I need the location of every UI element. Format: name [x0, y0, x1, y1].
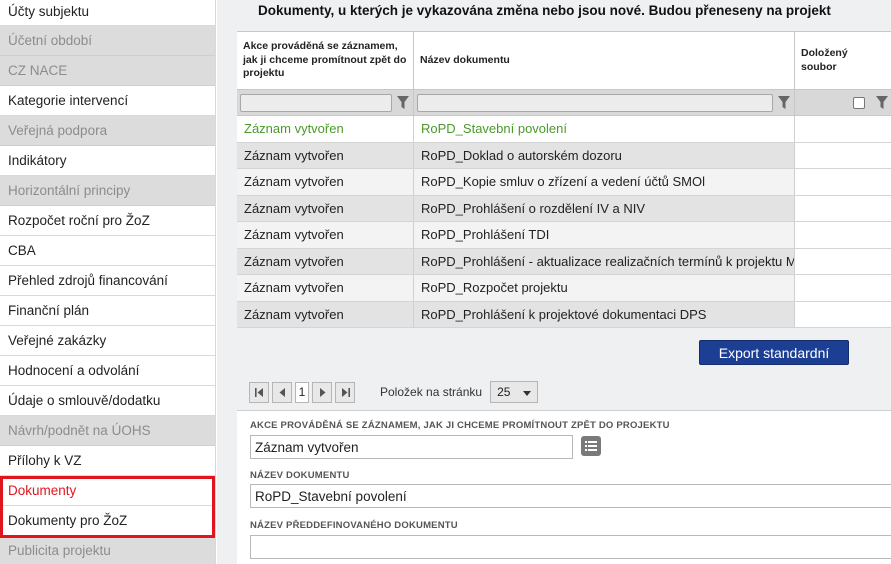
per-page-label: Položek na stránku [380, 385, 483, 399]
cell-file [795, 248, 891, 274]
filter-cell-name [414, 90, 795, 115]
cell-action: Záznam vytvořen [237, 142, 414, 168]
sidebar-item-navrh-uohs: Návrh/podnět na ÚOHS [0, 416, 215, 446]
sidebar-item-prehled-zdroju[interactable]: Přehled zdrojů financování [0, 266, 215, 296]
table-row[interactable]: Záznam vytvořen RoPD_Doklad o autorském … [237, 142, 891, 169]
sidebar-item-udaje-o-smlouve[interactable]: Údaje o smlouvě/dodatku [0, 386, 215, 416]
column-header-name[interactable]: Název dokumentu [414, 32, 795, 89]
sidebar-item-ucetni-obdobi: Účetní období [0, 26, 215, 56]
sidebar-item-hodnoceni-odvolani[interactable]: Hodnocení a odvolání [0, 356, 215, 386]
column-header-file[interactable]: Doložený soubor [795, 32, 891, 89]
next-page-icon[interactable] [312, 381, 332, 403]
filter-cell-action [237, 90, 414, 115]
sidebar-item-dokumenty[interactable]: Dokumenty [0, 476, 215, 506]
last-page-icon[interactable] [335, 381, 355, 403]
predefined-name-field-label: NÁZEV PŘEDDEFINOVANÉHO DOKUMENTU [250, 520, 458, 531]
cell-action: Záznam vytvořen [237, 169, 414, 195]
cell-name: RoPD_Kopie smluv o zřízení a vedení účtů… [414, 169, 795, 195]
first-page-icon[interactable] [249, 381, 269, 403]
cell-file [795, 169, 891, 195]
table-row[interactable]: Záznam vytvořen RoPD_Prohlášení - aktual… [237, 248, 891, 275]
per-page-value: 25 [497, 385, 511, 399]
cell-file [795, 301, 891, 327]
sidebar-item-indikatory[interactable]: Indikátory [0, 146, 215, 176]
cell-action: Záznam vytvořen [237, 195, 414, 221]
name-field[interactable]: RoPD_Stavební povolení [250, 484, 891, 508]
sidebar-item-cz-nace: CZ NACE [0, 56, 215, 86]
sidebar-item-horizontalni-principy: Horizontální principy [0, 176, 215, 206]
cell-action: Záznam vytvořen [237, 222, 414, 248]
cell-name: RoPD_Doklad o autorském dozoru [414, 142, 795, 168]
filter-input-name[interactable] [417, 93, 773, 112]
filter-input-action[interactable] [240, 93, 392, 112]
action-field-label: AKCE PROVÁDĚNÁ SE ZÁZNAMEM, JAK JI CHCEM… [250, 420, 670, 431]
section-title: Dokumenty, u kterých je vykazována změna… [258, 3, 831, 18]
filter-row [237, 90, 891, 116]
sidebar-item-dokumenty-pro-zoz[interactable]: Dokumenty pro ŽoZ [0, 506, 215, 536]
filter-icon[interactable] [396, 96, 410, 110]
cell-file [795, 195, 891, 221]
cell-file [795, 142, 891, 168]
sidebar-item-cba[interactable]: CBA [0, 236, 215, 266]
sidebar-item-rozpocet-rocni[interactable]: Rozpočet roční pro ŽoZ [0, 206, 215, 236]
export-standard-button[interactable]: Export standardní [699, 340, 849, 365]
sidebar-item-financni-plan[interactable]: Finanční plán [0, 296, 215, 326]
sidebar-item-prilohy-k-vz[interactable]: Přílohy k VZ [0, 446, 215, 476]
main-panel: Dokumenty, u kterých je vykazována změna… [237, 0, 891, 564]
column-header-action[interactable]: Akce prováděná se záznamem, jak ji chcem… [237, 32, 414, 89]
documents-grid: Akce prováděná se záznamem, jak ji chcem… [237, 31, 891, 328]
sidebar-item-verejna-podpora: Veřejná podpora [0, 116, 215, 146]
filter-icon[interactable] [875, 96, 889, 110]
table-row[interactable]: Záznam vytvořen RoPD_Stavební povolení [237, 116, 891, 143]
list-icon[interactable] [581, 436, 601, 456]
cell-file [795, 275, 891, 301]
cell-name: RoPD_Prohlášení - aktualizace realizační… [414, 248, 795, 274]
sidebar-item-verejne-zakazky[interactable]: Veřejné zakázky [0, 326, 215, 356]
filter-checkbox[interactable] [853, 96, 865, 109]
cell-name: RoPD_Prohlášení o rozdělení IV a NIV [414, 195, 795, 221]
detail-form: AKCE PROVÁDĚNÁ SE ZÁZNAMEM, JAK JI CHCEM… [237, 410, 891, 564]
cell-name: RoPD_Prohlášení TDI [414, 222, 795, 248]
predefined-name-field[interactable] [250, 535, 891, 559]
pagination: 1 Položek na stránku 25 [249, 381, 539, 403]
grid-header: Akce prováděná se záznamem, jak ji chcem… [237, 32, 891, 90]
sidebar-nav: Účty subjektu Účetní období CZ NACE Kate… [0, 0, 216, 564]
name-field-label: NÁZEV DOKUMENTU [250, 470, 350, 481]
per-page-select[interactable]: 25 [490, 381, 539, 403]
cell-file [795, 222, 891, 248]
cell-action: Záznam vytvořen [237, 301, 414, 327]
gutter [217, 0, 237, 564]
cell-action: Záznam vytvořen [237, 116, 414, 142]
chevron-down-icon [523, 385, 532, 399]
sidebar-item-kategorie-intervenci[interactable]: Kategorie intervencí [0, 86, 215, 116]
table-row[interactable]: Záznam vytvořen RoPD_Prohlášení TDI [237, 222, 891, 249]
prev-page-icon[interactable] [272, 381, 292, 403]
table-row[interactable]: Záznam vytvořen RoPD_Kopie smluv o zříze… [237, 169, 891, 196]
table-row[interactable]: Záznam vytvořen RoPD_Rozpočet projektu [237, 275, 891, 302]
cell-name: RoPD_Prohlášení k projektové dokumentaci… [414, 301, 795, 327]
table-row[interactable]: Záznam vytvořen RoPD_Prohlášení k projek… [237, 301, 891, 328]
table-row[interactable]: Záznam vytvořen RoPD_Prohlášení o rozděl… [237, 195, 891, 222]
cell-name: RoPD_Stavební povolení [414, 116, 795, 142]
cell-file [795, 116, 891, 142]
cell-action: Záznam vytvořen [237, 275, 414, 301]
cell-name: RoPD_Rozpočet projektu [414, 275, 795, 301]
cell-action: Záznam vytvořen [237, 248, 414, 274]
filter-icon[interactable] [777, 96, 791, 110]
sidebar-item-ucty-subjektu[interactable]: Účty subjektu [0, 0, 215, 26]
sidebar-item-publicita-projektu: Publicita projektu [0, 536, 215, 564]
filter-cell-file [795, 90, 891, 115]
current-page[interactable]: 1 [295, 381, 309, 403]
action-field[interactable]: Záznam vytvořen [250, 435, 573, 459]
